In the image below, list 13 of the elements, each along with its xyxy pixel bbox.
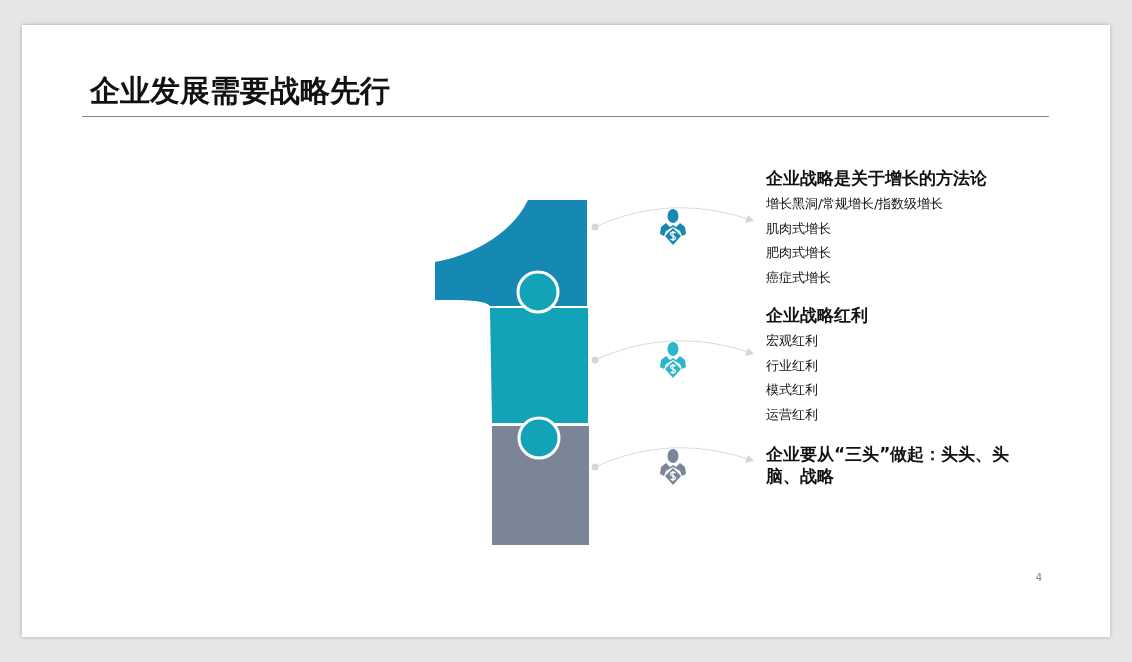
bullet-text: 肌肉式增长 <box>766 219 832 238</box>
page-number: 4 <box>1035 572 1042 583</box>
section-heading: 企业战略红利 <box>766 304 869 326</box>
slide-title: 企业发展需要战略先行 <box>90 72 391 110</box>
bullet-text: 增长黑洞/常规增长/指数级增长 <box>766 195 945 213</box>
bullet-text: 运营红利 <box>766 405 819 424</box>
bullet-text: 模式红利 <box>766 381 819 399</box>
bullet-text: 行业红利 <box>766 356 819 375</box>
bullet-text: 肥肉式增长 <box>766 244 832 262</box>
bullet-text: 宏观红利 <box>766 332 819 350</box>
section-heading: 企业战略是关于增长的方法论 <box>766 167 988 189</box>
section-heading: 企业要从“三头”做起：头头、头脑、战略 <box>766 442 1011 487</box>
bullet-text: 癌症式增长 <box>766 268 832 287</box>
